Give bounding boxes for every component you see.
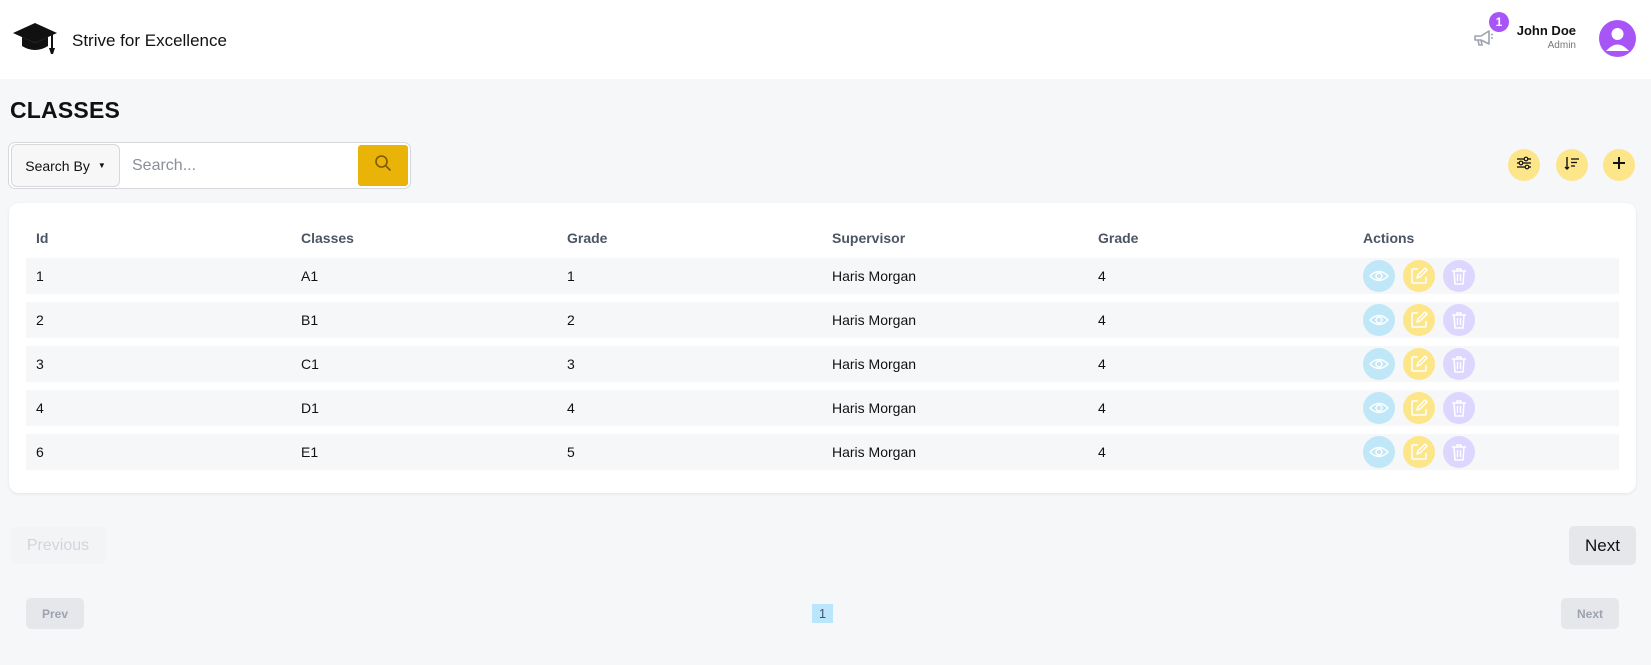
column-header-grade-2[interactable]: Grade [1098, 227, 1138, 249]
brand[interactable]: Strive for Excellence [12, 20, 227, 61]
cell-id: 6 [36, 444, 44, 460]
user-name: John Doe [1516, 23, 1576, 38]
cell-grade-2: 4 [1098, 312, 1106, 328]
view-button[interactable] [1363, 392, 1395, 424]
trash-icon [1452, 268, 1466, 285]
prev-page-button[interactable]: Prev [26, 598, 84, 629]
cell-id: 3 [36, 356, 44, 372]
table-row[interactable]: 4 D1 4 Haris Morgan 4 [26, 390, 1619, 426]
column-header-actions: Actions [1363, 230, 1415, 246]
delete-button[interactable] [1443, 392, 1475, 424]
cell-grade: 2 [567, 312, 575, 328]
trash-icon [1452, 444, 1466, 461]
view-button[interactable] [1363, 436, 1395, 468]
user-role: Admin [1547, 40, 1576, 51]
table-row[interactable]: 3 C1 3 Haris Morgan 4 [26, 346, 1619, 382]
table-header: Id Classes Grade Supervisor Grade Action… [26, 227, 1619, 249]
cell-id: 1 [36, 268, 44, 284]
user-info[interactable]: John Doe Admin [1517, 23, 1576, 51]
filter-button[interactable] [1508, 149, 1540, 181]
edit-icon [1411, 267, 1428, 284]
eye-icon [1369, 314, 1389, 326]
notification-badge[interactable]: 1 [1489, 12, 1509, 32]
page-title: CLASSES [10, 97, 121, 123]
search-button[interactable] [358, 145, 408, 186]
view-button[interactable] [1363, 348, 1395, 380]
delete-button[interactable] [1443, 436, 1475, 468]
edit-button[interactable] [1403, 304, 1435, 336]
column-header-classes[interactable]: Classes [301, 227, 354, 249]
eye-icon [1369, 446, 1389, 458]
cell-supervisor: Haris Morgan [832, 400, 917, 416]
cell-grade: 4 [567, 400, 575, 416]
delete-button[interactable] [1443, 260, 1475, 292]
cell-supervisor: Haris Morgan [832, 268, 917, 284]
edit-icon [1411, 311, 1428, 328]
cell-class: B1 [301, 312, 319, 328]
column-header-id[interactable]: Id [36, 227, 48, 249]
search-by-dropdown[interactable]: Search By ▼ [11, 144, 120, 187]
top-navbar: Strive for Excellence 1 John Doe Admin [0, 0, 1651, 79]
cell-grade-2: 4 [1098, 268, 1106, 284]
edit-icon [1411, 355, 1428, 372]
search-bar: Search By ▼ [8, 142, 411, 189]
eye-icon [1369, 270, 1389, 282]
page-number[interactable]: 1 [812, 604, 833, 623]
edit-button[interactable] [1403, 436, 1435, 468]
previous-button[interactable]: Previous [10, 527, 106, 564]
edit-icon [1411, 399, 1428, 416]
column-header-grade[interactable]: Grade [567, 227, 607, 249]
search-by-label: Search By [25, 157, 90, 174]
trash-icon [1452, 356, 1466, 373]
table-row[interactable]: 2 B1 2 Haris Morgan 4 [26, 302, 1619, 338]
next-page-button[interactable]: Next [1561, 598, 1619, 629]
user-avatar-icon[interactable] [1599, 20, 1636, 57]
sort-button[interactable] [1556, 149, 1588, 181]
megaphone-icon[interactable] [1472, 28, 1494, 48]
search-input[interactable] [120, 145, 358, 186]
delete-button[interactable] [1443, 304, 1475, 336]
column-header-supervisor[interactable]: Supervisor [832, 227, 905, 249]
cell-grade-2: 4 [1098, 400, 1106, 416]
cell-class: A1 [301, 268, 319, 284]
cell-id: 4 [36, 400, 44, 416]
caret-down-icon: ▼ [97, 161, 106, 170]
graduation-cap-icon [12, 20, 58, 61]
trash-icon [1452, 312, 1466, 329]
next-button[interactable]: Next [1569, 526, 1636, 565]
edit-icon [1411, 443, 1428, 460]
add-class-button[interactable] [1603, 149, 1635, 181]
search-icon [374, 154, 392, 177]
table-row[interactable]: 6 E1 5 Haris Morgan 4 [26, 434, 1619, 470]
cell-class: E1 [301, 444, 319, 460]
cell-class: D1 [301, 400, 319, 416]
cell-grade-2: 4 [1098, 356, 1106, 372]
cell-grade: 5 [567, 444, 575, 460]
cell-id: 2 [36, 312, 44, 328]
eye-icon [1369, 358, 1389, 370]
cell-class: C1 [301, 356, 319, 372]
brand-name: Strive for Excellence [72, 30, 227, 50]
edit-button[interactable] [1403, 260, 1435, 292]
cell-supervisor: Haris Morgan [832, 444, 917, 460]
eye-icon [1369, 402, 1389, 414]
cell-grade: 3 [567, 356, 575, 372]
edit-button[interactable] [1403, 392, 1435, 424]
cell-supervisor: Haris Morgan [832, 356, 917, 372]
trash-icon [1452, 400, 1466, 417]
plus-icon [1611, 155, 1627, 176]
sort-icon [1564, 155, 1580, 176]
table-row[interactable]: 1 A1 1 Haris Morgan 4 [26, 258, 1619, 294]
cell-grade: 1 [567, 268, 575, 284]
view-button[interactable] [1363, 304, 1395, 336]
view-button[interactable] [1363, 260, 1395, 292]
classes-table: Id Classes Grade Supervisor Grade Action… [9, 203, 1636, 493]
cell-grade-2: 4 [1098, 444, 1106, 460]
edit-button[interactable] [1403, 348, 1435, 380]
delete-button[interactable] [1443, 348, 1475, 380]
sliders-icon [1516, 155, 1532, 176]
cell-supervisor: Haris Morgan [832, 312, 917, 328]
